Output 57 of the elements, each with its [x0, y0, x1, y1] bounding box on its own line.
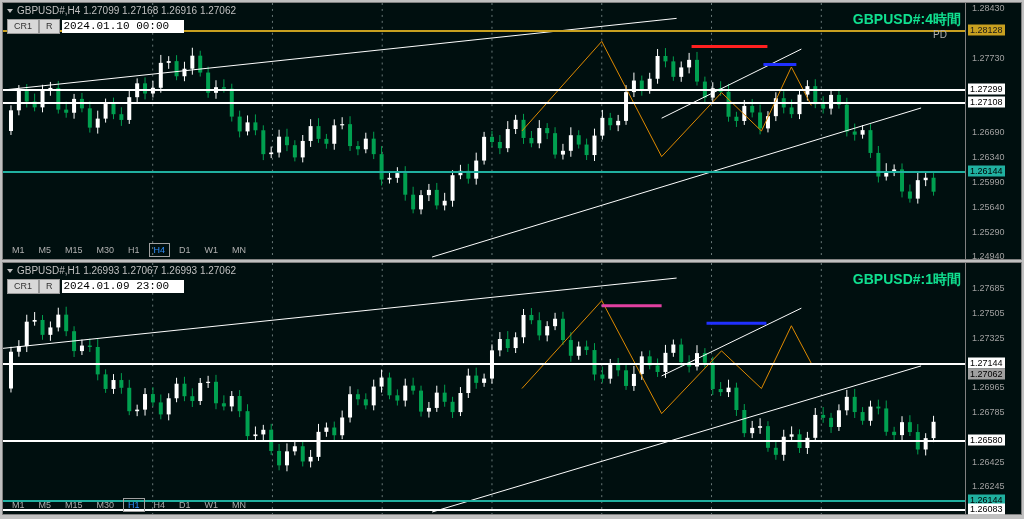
price-tick-label: 1.25290 — [972, 226, 1005, 237]
price-tick-label: 1.26245 — [972, 481, 1005, 492]
price-tick-label: 1.26785 — [972, 407, 1005, 418]
resistance-segment — [601, 304, 662, 308]
price-tag: 1.28128 — [968, 24, 1005, 36]
support-segment — [763, 62, 797, 66]
price-tick-label: 1.25640 — [972, 201, 1005, 212]
timeframe-tab[interactable]: H1 — [123, 498, 145, 512]
dropdown-triangle-icon[interactable] — [7, 269, 13, 273]
timeframe-tab[interactable]: M15 — [60, 243, 88, 257]
price-tag: 1.26083 — [968, 503, 1005, 515]
price-tick-label: 1.27730 — [972, 52, 1005, 63]
price-tick-label: 1.26425 — [972, 456, 1005, 467]
price-tag: 1.27299 — [968, 83, 1005, 95]
price-tag: 1.26144 — [968, 165, 1005, 177]
chart-title: GBPUSD#:4時間 — [852, 11, 961, 27]
timeframe-tab[interactable]: W1 — [199, 243, 224, 257]
price-tick-label: 1.26340 — [972, 151, 1005, 162]
chart-button[interactable]: CR1 — [7, 19, 39, 34]
support-segment — [706, 321, 767, 325]
timeframe-tab[interactable]: MN — [227, 243, 252, 257]
price-tick-label: 1.28430 — [972, 3, 1005, 14]
price-tick-label: 1.24940 — [972, 251, 1005, 262]
timeframe-tab[interactable]: H4 — [148, 243, 171, 257]
symbol-quote-text: GBPUSD#,H1 1.26993 1.27067 1.26993 1.27062 — [17, 265, 237, 277]
time-input-field[interactable]: 2024.01.09 23:00 — [61, 280, 184, 293]
price-tag: 1.27144 — [968, 357, 1005, 369]
timeframe-tab[interactable]: M30 — [91, 498, 120, 512]
timeframe-tab[interactable]: M1 — [7, 243, 30, 257]
chart-button[interactable]: R — [39, 19, 60, 34]
price-tick-label: 1.25990 — [972, 176, 1005, 187]
timeframe-tab[interactable]: D1 — [174, 498, 196, 512]
chart-title: GBPUSD#:1時間 — [852, 271, 961, 287]
price-tick-label: 1.26690 — [972, 126, 1005, 137]
dropdown-triangle-icon[interactable] — [7, 9, 13, 13]
timeframe-tab[interactable]: M5 — [33, 243, 57, 257]
price-tick-label: 1.27325 — [972, 332, 1005, 343]
chart-subtitle: PD — [933, 28, 947, 42]
timeframe-tab[interactable]: M1 — [7, 498, 30, 512]
symbol-quote-text: GBPUSD#,H4 1.27099 1.27168 1.26916 1.27062 — [17, 5, 237, 17]
price-tag: 1.26580 — [968, 434, 1005, 446]
price-tick-label: 1.27505 — [972, 307, 1005, 318]
timeframe-tab[interactable]: D1 — [174, 243, 196, 257]
price-tick-label: 1.26965 — [972, 382, 1005, 393]
timeframe-tab[interactable]: M15 — [60, 498, 88, 512]
timeframe-tab[interactable]: M5 — [33, 498, 57, 512]
timeframe-tab[interactable]: H1 — [123, 243, 145, 257]
timeframe-tab[interactable]: MN — [227, 498, 252, 512]
chart-button[interactable]: R — [39, 279, 60, 294]
timeframe-tab[interactable]: H4 — [148, 498, 171, 512]
chart-button[interactable]: CR1 — [7, 279, 39, 294]
price-tag: 1.27108 — [968, 96, 1005, 108]
time-input-field[interactable]: 2024.01.10 00:00 — [61, 20, 184, 33]
timeframe-tab[interactable]: M30 — [91, 243, 120, 257]
timeframe-tab[interactable]: W1 — [199, 498, 224, 512]
price-tag: 1.27062 — [968, 368, 1005, 380]
price-tick-label: 1.27685 — [972, 283, 1005, 294]
